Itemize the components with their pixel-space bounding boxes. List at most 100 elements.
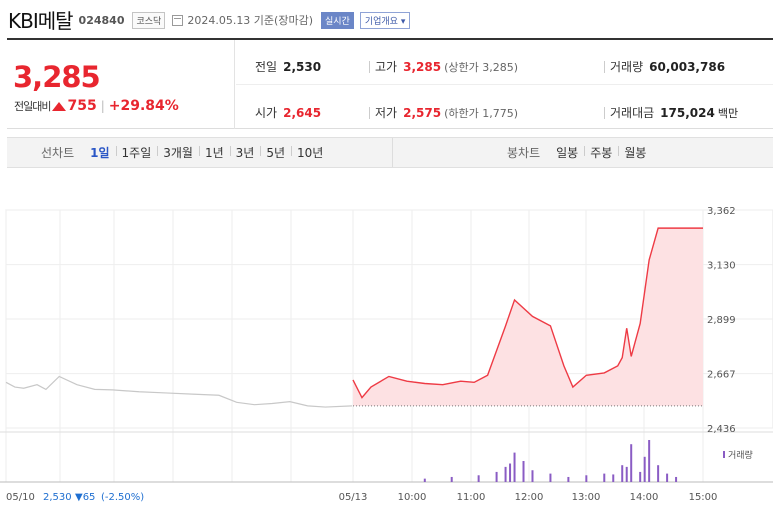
x-tick-label: 12:00	[515, 492, 544, 503]
tab-1year[interactable]: 1년	[198, 144, 230, 161]
volume-bar	[648, 440, 651, 482]
stock-code: 024840	[78, 14, 125, 27]
stock-name: KBI메탈	[8, 8, 74, 33]
separator: |	[100, 99, 105, 113]
volume-bar	[612, 474, 615, 482]
volume-bar	[603, 473, 606, 482]
y-tick-label: 2,436	[707, 424, 736, 435]
upper-limit: (상한가 3,285)	[444, 61, 518, 74]
tab-5year[interactable]: 5년	[260, 144, 291, 161]
volume-bar	[495, 471, 498, 482]
y-tick-label: 2,667	[707, 370, 736, 381]
prev-day-close: 2,530	[43, 492, 72, 503]
line-chart-tabs: 선차트 1일 1주일 3개월 1년 3년 5년 10년	[41, 138, 329, 167]
divider	[604, 107, 605, 119]
divider	[604, 61, 605, 73]
line-chart-title: 선차트	[41, 146, 75, 160]
change-value: 755	[67, 98, 97, 114]
volume-bar	[630, 444, 633, 482]
volume-bar	[657, 465, 660, 482]
high-price: 고가 3,285 (상한가 3,285)	[375, 58, 518, 75]
x-tick-label: 14:00	[630, 492, 659, 503]
tab-1day[interactable]: 1일	[84, 144, 115, 161]
volume-bar	[621, 465, 624, 482]
price-summary: 3,285 전일대비 755 | +29.84% 전일 2,530 시가 2,645…	[7, 38, 773, 129]
x-tick-label: 11:00	[457, 492, 486, 503]
row-divider	[236, 84, 773, 85]
amount-value: 175,024	[660, 106, 715, 120]
volume-label: 거래량	[610, 60, 644, 74]
up-arrow-icon	[52, 101, 67, 111]
tab-1week[interactable]: 1주일	[115, 144, 158, 161]
change-percent: +29.84%	[108, 98, 179, 114]
candle-chart-title: 봉차트	[507, 146, 541, 160]
volume-bar	[585, 475, 588, 482]
tab-3month[interactable]: 3개월	[157, 144, 199, 161]
date-text: 2024.05.13 기준(장마감)	[187, 14, 313, 27]
volume-bar	[477, 475, 480, 482]
volume-bar	[625, 466, 628, 482]
company-overview-button[interactable]: 기업개요 ▾	[359, 11, 411, 29]
realtime-button[interactable]: 실시간	[321, 11, 354, 29]
calendar-icon	[172, 15, 184, 26]
market-badge: 코스닥	[132, 11, 166, 29]
x-axis: 05/13 10:00 11:00 12:00 13:00 14:00 15:00	[339, 492, 718, 503]
tab-divider	[392, 138, 393, 167]
prev-close: 전일 2,530	[255, 58, 321, 75]
chart-tab-bar: 선차트 1일 1주일 3개월 1년 3년 5년 10년 봉차트 일봉 주봉 월봉	[7, 137, 773, 168]
change-label: 전일대비	[14, 100, 51, 113]
volume-bar	[675, 476, 678, 482]
low-label: 저가	[375, 106, 398, 120]
y-tick-label: 2,899	[707, 315, 736, 326]
volume-bar	[522, 461, 525, 482]
prev-day-change: ▼65	[75, 492, 95, 503]
volume-bar	[513, 452, 516, 482]
x-tick-label: 05/13	[339, 492, 368, 503]
volume-legend: 거래량	[723, 449, 753, 461]
prev-day-date: 05/10	[6, 492, 35, 503]
volume: 거래량 60,003,786	[610, 58, 725, 75]
tab-daily[interactable]: 일봉	[550, 144, 584, 161]
volume-bar	[423, 478, 426, 482]
open-label: 시가	[255, 106, 278, 120]
high-label: 고가	[375, 60, 398, 74]
candle-chart-tabs: 봉차트 일봉 주봉 월봉	[507, 138, 652, 167]
volume-bar	[509, 463, 512, 482]
volume-bars	[423, 440, 678, 482]
prev-day-line	[5, 375, 353, 408]
divider	[369, 107, 370, 119]
current-price: 3,285	[13, 60, 101, 94]
y-tick-label: 3,130	[707, 261, 736, 272]
tab-weekly[interactable]: 주봉	[584, 144, 618, 161]
prev-close-label: 전일	[255, 60, 278, 74]
price-chart[interactable]: 3,362 3,130 2,899 2,667 2,436 05/13 10:00 11:0…	[0, 196, 773, 514]
volume-bar	[504, 466, 507, 482]
tab-10year[interactable]: 10년	[291, 144, 329, 161]
x-tick-label: 13:00	[572, 492, 601, 503]
divider	[369, 61, 370, 73]
tab-monthly[interactable]: 월봉	[618, 144, 652, 161]
trade-amount: 거래대금 175,024 백만	[610, 104, 738, 121]
low-price: 저가 2,575 (하한가 1,775)	[375, 104, 518, 121]
volume-bar	[450, 476, 453, 482]
volume-value: 60,003,786	[649, 60, 726, 74]
volume-bar	[639, 471, 642, 482]
amount-unit: 백만	[717, 107, 739, 120]
prev-day-summary: 05/10 2,530 ▼65 (-2.50%)	[6, 492, 144, 503]
lower-limit: (하한가 1,775)	[444, 107, 518, 120]
change-row: 전일대비 755 | +29.84%	[14, 98, 179, 114]
x-tick-label: 15:00	[689, 492, 718, 503]
x-tick-label: 10:00	[398, 492, 427, 503]
volume-bar	[567, 476, 570, 482]
tab-3year[interactable]: 3년	[229, 144, 261, 161]
volume-legend-label: 거래량	[728, 449, 753, 461]
prev-day-pct: (-2.50%)	[101, 492, 144, 503]
current-price-box: 3,285 전일대비 755 | +29.84%	[7, 40, 235, 129]
y-axis: 3,362 3,130 2,899 2,667 2,436	[707, 206, 736, 435]
today-line	[352, 227, 703, 407]
stock-header: KBI메탈 024840 코스닥 2024.05.13 기준(장마감) 실시간 …	[8, 6, 411, 33]
open-price: 시가 2,645	[255, 104, 321, 121]
open-value: 2,645	[283, 106, 322, 120]
amount-label: 거래대금	[610, 106, 655, 120]
volume-legend-swatch	[723, 451, 725, 458]
